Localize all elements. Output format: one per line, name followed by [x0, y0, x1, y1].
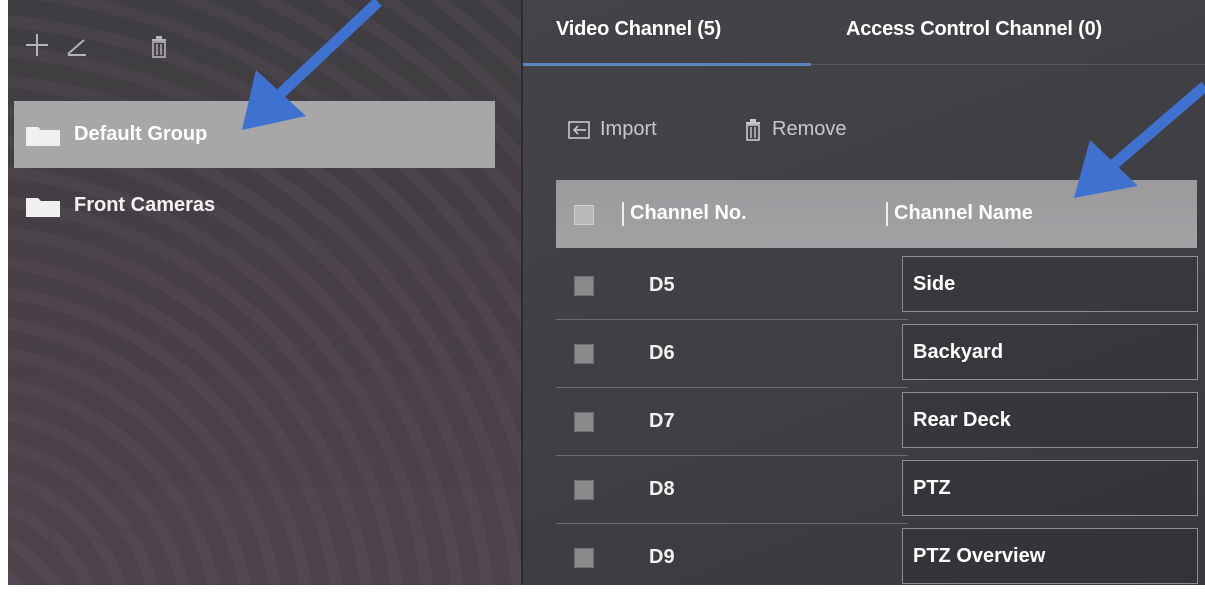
channel-name-field[interactable]: [902, 324, 1198, 380]
channel-no: D9: [649, 546, 675, 568]
channel-name-field[interactable]: [902, 256, 1198, 312]
annotation-arrow: [242, 0, 382, 130]
import-button[interactable]: Import: [568, 118, 657, 141]
channel-no: D7: [649, 410, 675, 432]
tab-video-channel[interactable]: Video Channel (5): [556, 18, 721, 41]
folder-icon: [26, 126, 60, 146]
select-all-checkbox[interactable]: [574, 205, 594, 225]
group-item-front-cameras[interactable]: Front Cameras: [14, 172, 495, 239]
tab-divider: [811, 64, 1205, 65]
trash-icon: [746, 118, 760, 141]
pencil-icon[interactable]: [66, 36, 88, 56]
row-checkbox[interactable]: [574, 548, 594, 568]
table-row: D7: [556, 388, 1198, 456]
table-row: D6: [556, 320, 1198, 388]
group-label: Default Group: [74, 123, 208, 145]
row-checkbox[interactable]: [574, 480, 594, 500]
annotation-arrow: [1074, 81, 1205, 198]
active-tab-indicator: [523, 63, 811, 66]
import-icon: [568, 120, 590, 139]
folder-icon: [26, 197, 60, 217]
tab-access-control-channel[interactable]: Access Control Channel (0): [846, 18, 1102, 41]
column-separator: [622, 202, 624, 226]
column-header-channel-no[interactable]: Channel No.: [630, 202, 747, 225]
table-row: D8: [556, 456, 1198, 524]
plus-icon[interactable]: [26, 34, 48, 56]
row-checkbox[interactable]: [574, 344, 594, 364]
group-label: Front Cameras: [74, 194, 216, 216]
channel-name-field[interactable]: [902, 392, 1198, 448]
row-checkbox[interactable]: [574, 412, 594, 432]
column-header-channel-name[interactable]: Channel Name: [894, 202, 1033, 225]
table-row: D5: [556, 252, 1198, 320]
import-label: Import: [600, 118, 657, 140]
row-checkbox[interactable]: [574, 276, 594, 296]
channel-name-field[interactable]: [902, 460, 1198, 516]
channel-name-field[interactable]: [902, 528, 1198, 584]
remove-label: Remove: [772, 118, 847, 140]
column-separator: [886, 202, 888, 226]
channel-no: D5: [649, 274, 675, 296]
channel-no: D6: [649, 342, 675, 364]
channel-no: D8: [649, 478, 675, 500]
table-row: D9: [556, 524, 1198, 586]
trash-icon[interactable]: [151, 36, 167, 58]
remove-button[interactable]: Remove: [744, 118, 846, 141]
